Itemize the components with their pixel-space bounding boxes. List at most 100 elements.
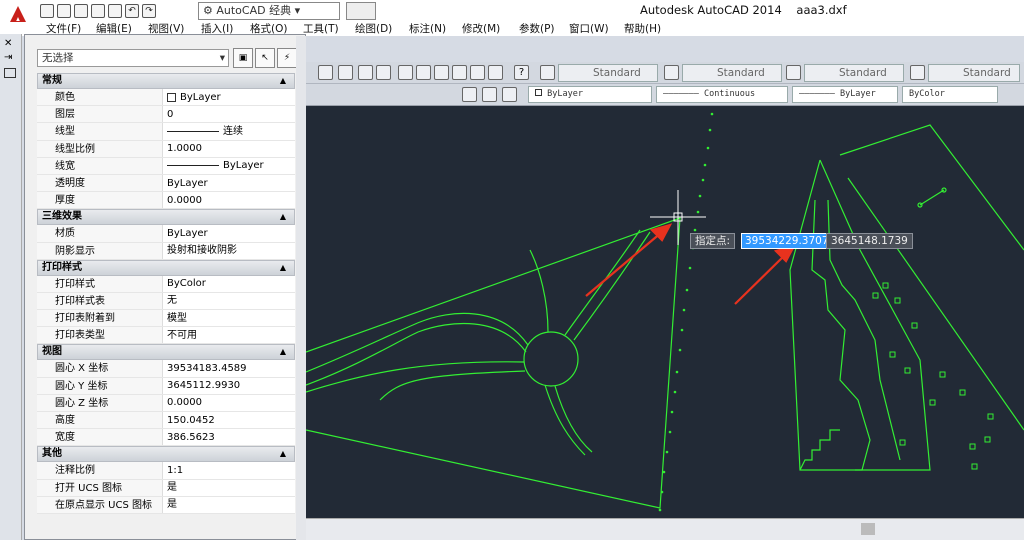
menu-item-11[interactable]: 帮助(H) (624, 22, 661, 36)
collapse-icon[interactable]: ▲ (280, 447, 286, 461)
layer-previous-icon[interactable] (482, 87, 497, 102)
property-row[interactable]: 颜色 ByLayer (37, 89, 295, 107)
property-value[interactable]: 是 (163, 479, 295, 496)
property-row[interactable]: 图层 0 (37, 106, 295, 124)
property-value[interactable]: 不可用 (163, 327, 295, 344)
text-style-dropdown[interactable]: Standard (558, 64, 658, 82)
menu-item-8[interactable]: 修改(M) (462, 22, 500, 36)
property-value[interactable]: ByLayer (163, 89, 295, 106)
property-row[interactable]: 圆心 Z 坐标 0.0000 (37, 394, 295, 412)
open-icon[interactable] (57, 4, 71, 18)
property-value[interactable]: ByLayer (163, 174, 295, 192)
property-row[interactable]: 打开 UCS 图标是 (37, 479, 295, 497)
menu-item-7[interactable]: 标注(N) (409, 22, 446, 36)
property-value[interactable]: 39534183.4589 (163, 360, 295, 377)
property-row[interactable]: 透明度 ByLayer (37, 174, 295, 193)
menu-item-5[interactable]: 工具(T) (303, 22, 339, 36)
menu-item-6[interactable]: 绘图(D) (355, 22, 392, 36)
select-objects-icon[interactable]: ↖ (255, 48, 275, 68)
dynamic-input-x-field[interactable]: 39534229.3707 (741, 233, 833, 249)
palette-scrollbar[interactable] (296, 36, 306, 540)
close-icon[interactable]: ✕ (4, 38, 12, 49)
section-header[interactable]: 打印样式 ▲ (37, 259, 295, 276)
property-value[interactable]: 投射和接收阴影 (163, 242, 295, 259)
table-style-icon[interactable] (786, 65, 801, 80)
property-value[interactable]: 3645112.9930 (163, 377, 295, 394)
dynamic-input-y-field[interactable]: 3645148.1739 (826, 233, 913, 249)
markup-icon[interactable] (470, 65, 485, 80)
toggle-pickadd-icon[interactable]: ▣ (233, 48, 253, 68)
property-value[interactable]: 1:1 (163, 462, 295, 479)
property-row[interactable]: 圆心 Y 坐标 3645112.9930 (37, 377, 295, 395)
zoom-previous-icon[interactable] (376, 65, 391, 80)
property-value[interactable]: 386.5623 (163, 429, 295, 446)
zoom-window-icon[interactable] (358, 65, 373, 80)
property-row[interactable]: 线型 连续 (37, 123, 295, 141)
pan-icon[interactable] (318, 65, 333, 80)
save-as-icon[interactable] (91, 4, 105, 18)
horizontal-scrollbar[interactable] (306, 518, 1024, 540)
property-row[interactable]: 注释比例 1:1 (37, 462, 295, 480)
quick-select-icon[interactable]: ⚡ (277, 48, 297, 68)
table-style-dropdown[interactable]: Standard (804, 64, 904, 82)
multileader-style-dropdown[interactable]: Standard (928, 64, 1020, 82)
text-style-icon[interactable] (540, 65, 555, 80)
scroll-thumb[interactable] (861, 523, 875, 535)
save-icon[interactable] (74, 4, 88, 18)
property-row[interactable]: 线宽 ByLayer (37, 157, 295, 175)
property-row[interactable]: 打印样式表无 (37, 292, 295, 311)
multileader-style-icon[interactable] (910, 65, 925, 80)
property-value[interactable]: ByLayer (163, 157, 295, 174)
color-control-dropdown[interactable]: ByLayer (528, 86, 652, 103)
palette-menu-icon[interactable] (4, 68, 16, 78)
calculator-icon[interactable] (488, 65, 503, 80)
property-row[interactable]: 高度 150.0452 (37, 412, 295, 430)
property-row[interactable]: 宽度 386.5623 (37, 429, 295, 447)
linetype-control-dropdown[interactable]: ——————— Continuous (656, 86, 788, 103)
tool-palettes-icon[interactable] (434, 65, 449, 80)
property-value[interactable]: 0 (163, 106, 295, 123)
print-icon[interactable] (108, 4, 122, 18)
menu-item-9[interactable]: 参数(P) (519, 22, 555, 36)
workspace-dropdown[interactable]: ⚙ AutoCAD 经典 ▾ (198, 2, 340, 20)
drawing-area[interactable] (306, 106, 1024, 518)
layer-states-icon[interactable] (502, 87, 517, 102)
plotstyle-control-dropdown[interactable]: ByColor (902, 86, 998, 103)
property-row[interactable]: 材质 ByLayer (37, 225, 295, 243)
section-header[interactable]: 三维效果 ▲ (37, 209, 295, 226)
dim-style-icon[interactable] (664, 65, 679, 80)
property-value[interactable]: ByColor (163, 275, 295, 292)
workspace-extra-button[interactable] (346, 2, 376, 20)
collapse-icon[interactable]: ▲ (280, 74, 286, 88)
collapse-icon[interactable]: ▲ (280, 210, 286, 224)
property-row[interactable]: 在原点显示 UCS 图标是 (37, 496, 295, 514)
property-row[interactable]: 线型比例 1.0000 (37, 140, 295, 158)
collapse-icon[interactable]: ▲ (280, 261, 286, 275)
property-row[interactable]: 圆心 X 坐标 39534183.4589 (37, 360, 295, 378)
property-value[interactable]: 无 (163, 292, 295, 310)
property-row[interactable]: 打印样式 ByColor (37, 275, 295, 293)
menu-item-10[interactable]: 窗口(W) (569, 22, 609, 36)
property-value[interactable]: 连续 (163, 123, 295, 140)
lineweight-control-dropdown[interactable]: ——————— ByLayer (792, 86, 898, 103)
dim-style-dropdown[interactable]: Standard (682, 64, 782, 82)
property-value[interactable]: 150.0452 (163, 412, 295, 429)
properties-icon[interactable] (398, 65, 413, 80)
property-value[interactable]: 0.0000 (163, 394, 295, 411)
redo-icon[interactable]: ↷ (142, 4, 156, 18)
property-value[interactable]: ByLayer (163, 225, 295, 242)
selection-dropdown[interactable]: 无选择 ▾ (37, 49, 229, 67)
autohide-icon[interactable]: ⇥ (4, 52, 12, 63)
property-row[interactable]: 打印表附着到 模型 (37, 310, 295, 328)
sheet-set-icon[interactable] (452, 65, 467, 80)
property-row[interactable]: 打印表类型 不可用 (37, 327, 295, 345)
help-icon[interactable]: ? (514, 65, 529, 80)
property-value[interactable]: 模型 (163, 310, 295, 327)
section-header[interactable]: 常规 ▲ (37, 73, 295, 89)
section-header[interactable]: 视图 ▲ (37, 344, 295, 361)
collapse-icon[interactable]: ▲ (280, 345, 286, 359)
property-value[interactable]: 1.0000 (163, 140, 295, 157)
undo-icon[interactable]: ↶ (125, 4, 139, 18)
property-value[interactable]: 0.0000 (163, 192, 295, 209)
section-header[interactable]: 其他 ▲ (37, 446, 295, 463)
